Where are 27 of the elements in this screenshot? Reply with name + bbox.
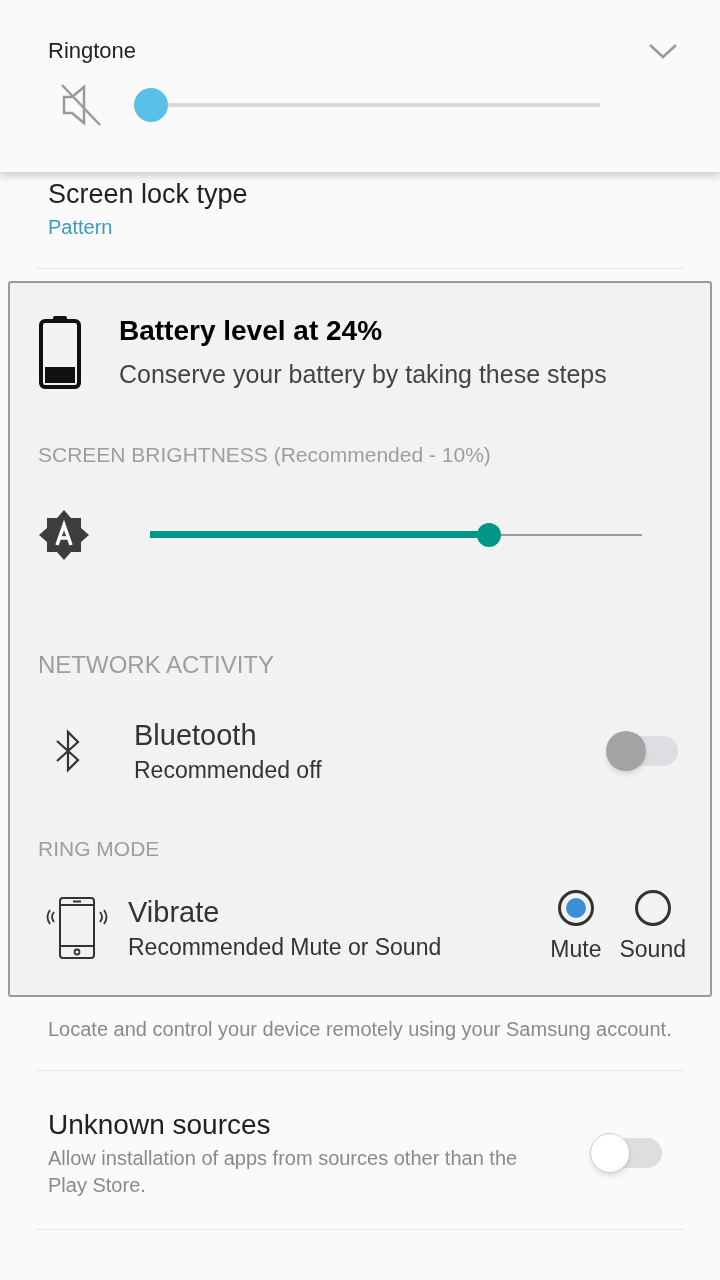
radio-label: Mute (550, 935, 602, 964)
section-heading: NETWORK ACTIVITY (38, 649, 275, 680)
item-title: Vibrate (128, 895, 221, 931)
vibrating-phone-icon (46, 896, 110, 961)
volume-slider[interactable] (134, 88, 600, 122)
item-subtitle: Recommended off (134, 755, 323, 785)
item-title: Bluetooth (134, 717, 258, 753)
section-heading: RING MODE (38, 835, 161, 862)
setting-description: Allow installation of apps from sources other than the Play Store. (48, 1146, 518, 1198)
auto-brightness-icon[interactable] (38, 508, 90, 561)
radio-label: Sound (619, 935, 686, 964)
volume-title: Ringtone (48, 37, 137, 65)
setting-title[interactable]: Unknown sources (48, 1107, 590, 1143)
bluetooth-icon (54, 728, 82, 773)
speaker-muted-icon[interactable] (60, 83, 104, 127)
radio-button[interactable] (557, 890, 594, 926)
section-heading: SCREEN BRIGHTNESS (Recommended - 10%) (38, 442, 492, 468)
setting-title[interactable]: Screen lock type (48, 176, 672, 212)
item-subtitle: Recommended Mute or Sound (128, 933, 443, 963)
brightness-slider[interactable] (150, 521, 642, 548)
setting-value: Pattern (48, 215, 114, 240)
chevron-down-icon[interactable] (648, 41, 678, 60)
radio-button[interactable] (634, 890, 671, 926)
dialog-title: Battery level at 24% (119, 314, 384, 348)
battery-low-icon (39, 315, 81, 389)
setting-description: Locate and control your device remotely using your Samsung account. (47, 1017, 673, 1042)
dialog-subtitle: Conserve your battery by taking these steps (119, 359, 607, 390)
